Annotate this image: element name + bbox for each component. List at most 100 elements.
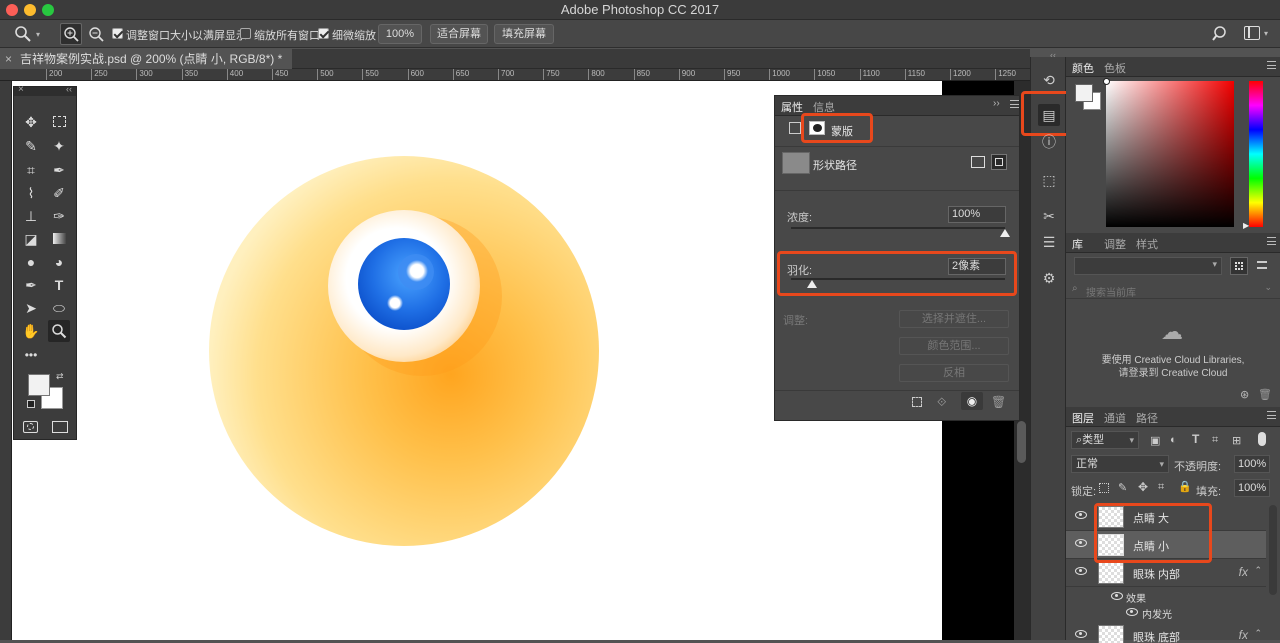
grid-view-icon[interactable]	[1230, 257, 1248, 275]
density-field[interactable]: 100%	[948, 206, 1006, 223]
healing-brush-tool-icon[interactable]: ⌇	[20, 182, 42, 204]
zoom-in-button[interactable]	[60, 23, 82, 45]
tab-styles[interactable]: 样式	[1136, 236, 1158, 252]
apply-mask-icon[interactable]	[991, 154, 1007, 170]
brush-tool-icon[interactable]: ✐	[48, 182, 70, 204]
tab-color[interactable]: 颜色	[1072, 60, 1094, 76]
cc-sync-icon[interactable]: ⊛	[1240, 388, 1249, 401]
layer-fx-icon[interactable]: fx	[1239, 565, 1248, 579]
clone-stamp-tool-icon[interactable]: ⊥	[20, 205, 42, 227]
scrollbar-thumb[interactable]	[1017, 421, 1026, 463]
eraser-tool-icon[interactable]: ◪	[20, 228, 42, 250]
blur-tool-icon[interactable]: ●	[20, 251, 42, 273]
dodge-tool-icon[interactable]: ◕	[48, 251, 70, 273]
zoom-100-button[interactable]: 100%	[378, 24, 422, 44]
tab-swatches[interactable]: 色板	[1104, 60, 1126, 76]
library-select[interactable]: ▾	[1074, 257, 1222, 275]
tab-properties[interactable]: 属性	[781, 99, 803, 115]
visibility-eye-icon[interactable]	[1075, 630, 1087, 638]
lock-position-icon[interactable]: ✥	[1138, 480, 1148, 494]
color-range-button[interactable]: 颜色范围...	[899, 337, 1009, 355]
workspace-switcher-icon[interactable]	[1244, 26, 1260, 40]
minimize-window-button[interactable]	[24, 4, 36, 16]
filter-toggle[interactable]	[1258, 432, 1266, 446]
crop-tool-icon[interactable]: ⌗	[20, 159, 42, 181]
density-slider-knob[interactable]	[1000, 229, 1010, 237]
plugin-icon[interactable]: ⚙	[1038, 267, 1060, 289]
fill-screen-button[interactable]: 填充屏幕	[494, 24, 554, 44]
visibility-eye-icon[interactable]	[1075, 539, 1087, 547]
density-slider[interactable]	[791, 227, 1005, 229]
more-tools-icon[interactable]: •••	[20, 344, 42, 366]
collapse-icon[interactable]: ‹‹	[66, 84, 72, 94]
tab-adjustments[interactable]: 调整	[1104, 236, 1126, 252]
document-tab[interactable]: × 吉祥物案例实战.psd @ 200% (点睛 小, RGB/8*) *	[0, 49, 293, 69]
load-selection-icon[interactable]	[971, 156, 985, 168]
zoom-out-button[interactable]	[86, 24, 106, 44]
pixel-mask-icon[interactable]	[789, 122, 801, 134]
history-brush-tool-icon[interactable]: ✑	[48, 205, 70, 227]
delete-mask-icon[interactable]: 🗑	[991, 395, 1006, 409]
opacity-field[interactable]: 100%	[1234, 455, 1270, 473]
tools-panel-header[interactable]: × ‹‹	[14, 84, 76, 96]
hue-slider-knob[interactable]: ▶	[1243, 221, 1249, 230]
library-search-input[interactable]: 搜索当前库	[1086, 284, 1136, 299]
visibility-eye-icon[interactable]	[1111, 592, 1123, 600]
chevron-up-icon[interactable]: ⌃	[1254, 565, 1262, 576]
scrubby-zoom-checkbox[interactable]	[318, 28, 329, 39]
tab-library[interactable]: 库	[1072, 236, 1083, 252]
pen-tool-icon[interactable]: ✒	[20, 274, 42, 296]
layer-filter-select[interactable]: ⌕类型 ▾	[1071, 431, 1139, 449]
eyedropper-tool-icon[interactable]: ✒	[48, 159, 70, 181]
info-icon[interactable]: ⓘ	[1038, 131, 1060, 153]
resize-windows-checkbox[interactable]	[112, 28, 123, 39]
close-window-button[interactable]	[6, 4, 18, 16]
magic-wand-tool-icon[interactable]: ✦	[48, 135, 70, 157]
lock-image-icon[interactable]: ✎	[1118, 481, 1127, 494]
quick-mask-icon[interactable]	[23, 421, 38, 433]
layer-row[interactable]: 眼珠 内部 fx ⌃	[1066, 559, 1266, 587]
blend-mode-select[interactable]: 正常 ▾	[1071, 455, 1169, 473]
chevron-down-icon[interactable]: ⌄	[1264, 282, 1272, 293]
apply-mask-bottom-icon[interactable]: ⟐	[937, 395, 946, 410]
invert-button[interactable]: 反相	[899, 364, 1009, 382]
layers-scrollbar[interactable]	[1269, 505, 1277, 595]
filter-smart-object-icon[interactable]: ⊞	[1232, 434, 1241, 447]
filter-adjustment-icon[interactable]: ◐	[1170, 434, 1177, 446]
expand-panel-icon[interactable]: ››	[993, 98, 1000, 109]
panel-menu-icon[interactable]	[1010, 100, 1019, 108]
default-colors-icon[interactable]	[27, 400, 35, 408]
visibility-eye-icon[interactable]	[1075, 511, 1087, 519]
delete-icon[interactable]: 🗑	[1258, 388, 1272, 401]
marquee-tool-icon[interactable]	[48, 111, 70, 133]
paths-panel-icon[interactable]: ⬚	[1038, 169, 1060, 191]
close-tab-icon[interactable]: ×	[5, 49, 12, 69]
selection-from-mask-icon[interactable]	[912, 397, 922, 407]
effects-row[interactable]: 效果	[1066, 588, 1266, 605]
layers-panel-menu-icon[interactable]	[1267, 411, 1276, 419]
tab-channels[interactable]: 通道	[1104, 410, 1126, 426]
ellipse-tool-icon[interactable]: ⬭	[48, 297, 70, 319]
chevron-up-icon[interactable]: ⌃	[1254, 628, 1262, 639]
chevron-down-icon[interactable]: ▾	[1264, 29, 1268, 38]
adjustments-icon[interactable]: ☰	[1038, 231, 1060, 253]
swap-colors-icon[interactable]: ⇄	[56, 371, 64, 382]
lock-transparent-icon[interactable]	[1099, 483, 1109, 493]
screen-mode-icon[interactable]	[52, 421, 68, 433]
lock-artboard-icon[interactable]: ⌗	[1158, 481, 1164, 494]
filter-type-icon[interactable]: T	[1192, 432, 1199, 446]
foreground-color-chip-front[interactable]	[1075, 84, 1093, 102]
history-icon[interactable]: ⟲	[1038, 69, 1060, 91]
mask-visibility-icon[interactable]: ◉	[961, 392, 983, 410]
visibility-eye-icon[interactable]	[1126, 608, 1138, 616]
close-icon[interactable]: ×	[18, 84, 24, 95]
lasso-tool-icon[interactable]: ✎	[20, 135, 42, 157]
zoom-tool-preset-icon[interactable]	[14, 25, 32, 43]
library-panel-menu-icon[interactable]	[1267, 237, 1276, 245]
filter-shape-icon[interactable]: ⌗	[1212, 434, 1218, 447]
gradient-tool-icon[interactable]	[48, 228, 70, 250]
fit-screen-button[interactable]: 适合屏幕	[430, 24, 488, 44]
zoom-all-checkbox[interactable]	[240, 28, 251, 39]
filter-pixel-icon[interactable]: ▣	[1150, 434, 1160, 447]
zoom-tool-icon[interactable]	[48, 320, 70, 342]
